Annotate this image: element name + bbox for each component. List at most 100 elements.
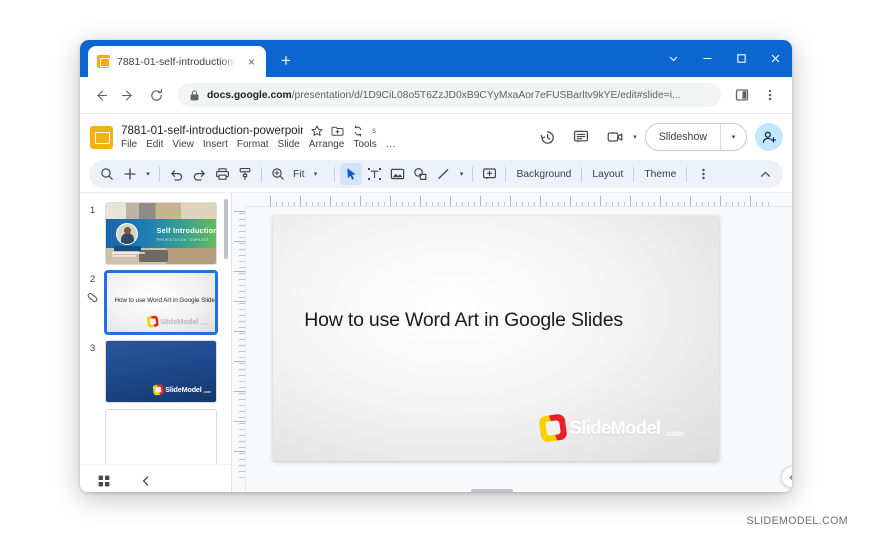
add-slide-icon[interactable] [119,163,141,185]
redo-icon[interactable] [188,163,210,185]
share-button[interactable] [755,123,783,151]
minimize-icon[interactable] [690,42,724,76]
horizontal-scrollbar[interactable] [471,489,513,492]
paint-format-icon[interactable] [234,163,256,185]
undo-icon[interactable] [165,163,187,185]
filmstrip-slide-1[interactable]: 1 Self Introduction PRESENTATION TEMPLAT… [80,199,231,268]
comment-icon[interactable] [568,124,594,150]
toolbar-divider-7 [633,166,635,182]
lock-icon [190,89,199,101]
maximize-icon[interactable] [724,42,758,76]
slide-4-thumbnail[interactable] [105,409,217,472]
transition-icon[interactable] [86,291,99,304]
canvas-scroll: How to use Word Art in Google Slides Sli… [247,208,792,492]
slidemodel-mark-icon [152,383,165,396]
filmstrip-slide-2[interactable]: 2 How to use Word Art in Google Slides S… [80,268,231,337]
add-slide-dropdown-icon[interactable]: ▾ [142,163,154,185]
slidemodel-tld: .com [203,389,211,394]
browser-window: 7881-01-self-introduction-powe × + [80,40,792,492]
version-history-icon[interactable] [534,124,560,150]
vertical-ruler[interactable] [232,207,246,492]
slide-2-title: How to use Word Art in Google Slides [114,297,217,305]
chevron-down-icon[interactable] [656,42,690,76]
forward-icon[interactable] [116,83,140,107]
layout-button[interactable]: Layout [587,169,628,180]
slides-app-icon[interactable] [90,125,113,149]
close-icon[interactable] [758,42,792,76]
kebab-menu-icon[interactable] [758,83,782,107]
move-to-folder-icon[interactable] [331,125,344,137]
title-block: 7881-01-self-introduction-powerpoint-... [121,124,396,150]
canvas-area: How to use Word Art in Google Slides Sli… [232,193,792,492]
menu-more[interactable]: … [386,139,396,150]
video-dropdown-caret[interactable]: ▾ [633,133,637,141]
shape-icon[interactable] [409,163,431,185]
filmstrip-footer [80,464,231,492]
slideshow-dropdown-icon[interactable]: ▾ [720,124,746,150]
browser-tab[interactable]: 7881-01-self-introduction-powe × [88,46,266,77]
toolbar-divider-5 [505,166,507,182]
select-arrow-icon[interactable] [340,163,363,185]
slide-number: 3 [89,343,96,354]
slide-3-thumbnail[interactable]: SlideModel .com [105,340,217,403]
text-box-icon[interactable] [363,163,385,185]
menu-format[interactable]: Format [237,139,269,150]
grid-view-icon[interactable] [94,471,114,491]
toolbar-overflow-icon[interactable] [692,163,714,185]
slidemodel-logo-inner: SlideModel .com [537,413,684,444]
slidemodel-mark-icon [537,413,568,444]
split-panel-icon[interactable] [730,83,754,107]
menu-file[interactable]: File [121,139,137,150]
menu-arrange[interactable]: Arrange [309,139,345,150]
url-text: docs.google.com/presentation/d/1D9CiL08o… [207,90,681,101]
line-dropdown-icon[interactable]: ▾ [455,163,467,185]
title-row: 7881-01-self-introduction-powerpoint-... [121,124,396,137]
print-icon[interactable] [211,163,233,185]
reload-icon[interactable] [144,83,168,107]
slidemodel-tld: .com [664,429,684,439]
sub-line-2 [111,254,136,257]
avatar [115,223,138,246]
filmstrip-slide-3[interactable]: 3 SlideModel .com [80,337,231,406]
search-icon[interactable] [96,163,118,185]
background-button[interactable]: Background [511,169,576,180]
zoom-dropdown-icon[interactable]: ▾ [309,163,321,185]
back-icon[interactable] [88,83,112,107]
menu-slide[interactable]: Slide [278,139,300,150]
browser-toolbar: docs.google.com/presentation/d/1D9CiL08o… [80,77,792,114]
zoom-icon[interactable] [267,163,289,185]
image-icon[interactable] [386,163,408,185]
menu-view[interactable]: View [172,139,194,150]
document-title[interactable]: 7881-01-self-introduction-powerpoint-... [121,124,303,137]
horizontal-ruler[interactable] [246,193,792,207]
menu-tools[interactable]: Tools [353,139,376,150]
slidemodel-wordmark: SlideModel [165,385,202,394]
toolbar-wrapper: ▾ Fit ▾ ▾ Background Layout Theme [80,160,792,192]
zoom-level-label[interactable]: Fit [290,169,308,180]
slideshow-button[interactable]: Slideshow ▾ [644,123,747,151]
slide-2-thumbnail[interactable]: How to use Word Art in Google Slides Sli… [105,271,217,334]
cloud-sync-icon[interactable] [352,125,364,137]
slides-favicon-icon [97,55,110,68]
slide-3-artwork: SlideModel .com [106,341,216,402]
slidemodel-logo-inner: SlideModel .com [152,383,211,396]
page-watermark: SLIDEMODEL.COM [746,515,848,527]
menu-insert[interactable]: Insert [203,139,228,150]
new-tab-button[interactable]: + [273,48,299,74]
slidemodel-logo: SlideModel .com [537,413,684,444]
slide-1-thumbnail[interactable]: Self Introduction PRESENTATION TEMPLATE [105,202,217,265]
tab-close-icon[interactable]: × [244,54,259,69]
toolbar-divider [159,166,160,182]
theme-button[interactable]: Theme [639,169,681,180]
slide-filmstrip[interactable]: 1 Self Introduction PRESENTATION TEMPLAT… [80,193,232,492]
address-bar[interactable]: docs.google.com/presentation/d/1D9CiL08o… [178,83,721,107]
line-icon[interactable] [432,163,454,185]
add-comment-icon[interactable] [478,163,500,185]
active-slide-canvas[interactable]: How to use Word Art in Google Slides Sli… [273,216,719,461]
collapse-toolbar-icon[interactable] [754,163,776,185]
star-icon[interactable] [311,125,323,137]
slide-title-text[interactable]: How to use Word Art in Google Slides [304,309,623,332]
collapse-filmstrip-icon[interactable] [136,471,156,491]
menu-edit[interactable]: Edit [146,139,163,150]
video-camera-icon[interactable] [602,124,628,150]
